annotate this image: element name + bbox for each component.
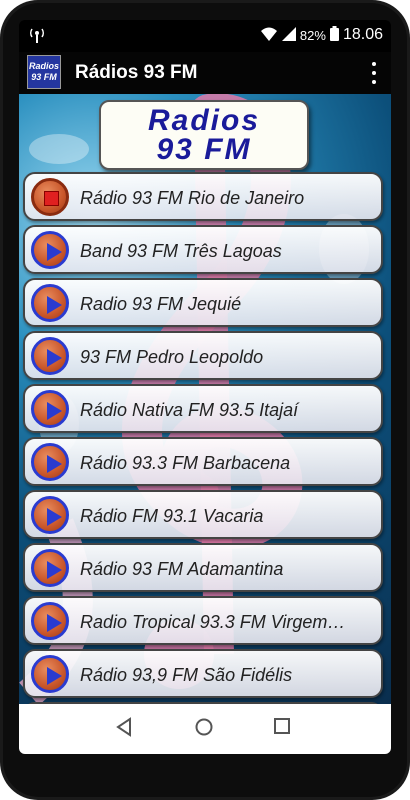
station-name: Rádio 93.3 FM Barbacena: [80, 453, 291, 473]
station-item[interactable]: Radio 93 FM Jequié: [23, 278, 383, 327]
play-button[interactable]: [31, 602, 69, 640]
station-item[interactable]: Rádio 93,9 FM São Fidélis: [23, 649, 383, 698]
play-button[interactable]: [31, 655, 69, 693]
station-item[interactable]: Band 93 FM Três Lagoas: [23, 225, 383, 274]
station-name: 93 FM Pedro Leopoldo: [80, 347, 264, 367]
play-button[interactable]: [31, 231, 69, 269]
app-logo-line2: 93 FM: [31, 72, 57, 82]
station-item[interactable]: 93 FM Pedro Leopoldo: [23, 331, 383, 380]
play-icon: [47, 455, 62, 473]
navigation-bar: [19, 704, 391, 754]
station-item[interactable]: Rádio FM 93.1 Vacaria: [23, 490, 383, 539]
play-icon: [47, 402, 62, 420]
phone-frame: 82% 18.06 Radios 93 FM Rádios 93 FM Radi…: [0, 0, 410, 800]
more-vert-icon[interactable]: [369, 60, 379, 86]
play-button[interactable]: [31, 390, 69, 428]
wifi-icon: [260, 27, 278, 44]
play-button[interactable]: [31, 549, 69, 587]
banner-line2: 93 FM: [156, 133, 252, 166]
play-button[interactable]: [31, 284, 69, 322]
play-icon: [47, 561, 62, 579]
station-name: Rádio 93 FM Rio de Janeiro: [80, 188, 305, 208]
signal-icon: [281, 26, 296, 44]
play-icon: [47, 614, 62, 632]
play-button[interactable]: [31, 496, 69, 534]
battery-percent: 82%: [299, 27, 326, 43]
app-logo: Radios 93 FM: [27, 55, 61, 89]
station-name: Rádio 93 FM Adamantina: [80, 559, 284, 579]
battery-icon: [329, 26, 339, 44]
station-item[interactable]: Radio Tropical 93.3 FM Virgem…: [23, 596, 383, 645]
clock: 18.06: [342, 26, 383, 43]
radios-93fm-banner: Radios 93 FM: [99, 100, 309, 170]
play-icon: [47, 349, 62, 367]
station-item[interactable]: Rádio 93.3 FM Barbacena: [23, 437, 383, 486]
broadcast-icon: [29, 27, 45, 46]
station-name: Radio Tropical 93.3 FM Virgem…: [80, 612, 346, 632]
status-bar: 82% 18.06: [19, 20, 391, 52]
play-icon: [47, 243, 62, 261]
app-logo-line1: Radios: [28, 61, 59, 71]
play-icon: [47, 667, 62, 685]
home-icon[interactable]: [194, 717, 214, 742]
app-bar: Radios 93 FM Rádios 93 FM: [19, 52, 391, 94]
station-name: Band 93 FM Três Lagoas: [80, 241, 282, 261]
play-button[interactable]: [31, 443, 69, 481]
play-button[interactable]: [31, 337, 69, 375]
station-item[interactable]: Rádio 93 FM Rio de Janeiro: [23, 172, 383, 221]
main-content: Radios 93 FM Rádio 93 FM Rio de Janeiro B…: [19, 94, 391, 704]
station-item[interactable]: Rádio Nativa FM 93.5 Itajaí: [23, 384, 383, 433]
back-icon[interactable]: [115, 717, 133, 742]
play-icon: [47, 508, 62, 526]
station-name: Rádio Nativa FM 93.5 Itajaí: [80, 400, 299, 420]
recents-icon[interactable]: [273, 717, 291, 740]
screen: 82% 18.06 Radios 93 FM Rádios 93 FM Radi…: [19, 20, 391, 754]
stop-button[interactable]: [31, 178, 69, 216]
app-title: Rádios 93 FM: [75, 62, 198, 83]
stop-icon: [44, 191, 59, 206]
play-icon: [47, 296, 62, 314]
banner-line1: Radios: [147, 104, 261, 137]
station-name: Rádio 93,9 FM São Fidélis: [80, 665, 293, 685]
station-item[interactable]: Rádio 93 FM Adamantina: [23, 543, 383, 592]
station-name: Radio 93 FM Jequié: [80, 294, 242, 314]
station-name: Rádio FM 93.1 Vacaria: [80, 506, 264, 526]
